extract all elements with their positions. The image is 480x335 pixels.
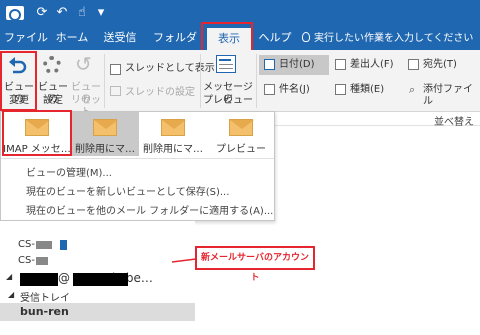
menu-divider — [1, 158, 274, 159]
tab-help[interactable]: ヘルプ — [255, 26, 295, 50]
thread-settings-icon — [110, 86, 121, 96]
type-icon — [335, 84, 346, 95]
subject-icon — [264, 84, 275, 95]
message-preview-label-2: プレビュー — [203, 95, 253, 106]
threads-checkbox[interactable] — [110, 64, 121, 75]
arrange-by-to[interactable]: 宛先(T) — [403, 55, 480, 75]
sync-icon[interactable]: ⟳ — [34, 5, 50, 21]
folder-item[interactable]: CS- — [0, 237, 195, 253]
folder-item-selected[interactable]: bun-ren — [0, 303, 195, 321]
view-option-label: 削除用にマ… — [75, 144, 135, 155]
view-option-label: プレビュー — [216, 144, 266, 155]
status-badge — [60, 240, 67, 250]
tab-folder[interactable]: フォルダー — [148, 26, 202, 68]
tab-home[interactable]: ホーム — [52, 26, 92, 50]
view-option-marked-delete-2[interactable]: 削除用にマ… — [139, 112, 207, 156]
inbox-item[interactable]: ◢ 受信トレイ — [0, 287, 195, 304]
arrange-subject-label: 件名(J) — [279, 84, 310, 95]
message-list-header: 並べ替え — [275, 112, 480, 128]
gear-icon — [43, 56, 61, 74]
from-icon — [335, 59, 346, 70]
manage-views-item[interactable]: ビューの管理(M)... — [26, 164, 112, 179]
tab-send-receive[interactable]: 送受信 — [96, 26, 144, 50]
view-settings-label-2: 設定 — [43, 95, 63, 106]
lightbulb-icon — [302, 32, 310, 42]
apply-view-item[interactable]: 現在のビューを他のメール フォルダーに適用する(A)... — [26, 202, 273, 217]
thread-settings-button[interactable]: スレッドの設定 — [125, 87, 195, 99]
redacted-block — [36, 257, 48, 265]
sort-label[interactable]: 並べ替え — [434, 113, 474, 128]
account-item[interactable]: ◢ @ .kobe… — [0, 270, 195, 288]
highlight-view-tab — [201, 22, 253, 52]
calendar-icon — [264, 59, 275, 70]
folder-label: CS- — [18, 239, 35, 250]
redacted-block — [73, 273, 128, 286]
envelope-icon — [93, 119, 118, 136]
tell-me-label: 実行したい作業を入力してください — [314, 33, 474, 44]
ribbon-separator — [104, 54, 105, 108]
highlight-change-view — [0, 51, 37, 111]
arrange-by-attachments[interactable]: ⌕ 添付ファイル — [403, 80, 480, 107]
envelope-icon — [229, 119, 254, 136]
callout-label: 新メールサーバのアカウント — [195, 246, 315, 283]
arrange-by-subject[interactable]: 件名(J) — [259, 80, 329, 100]
view-option-preview[interactable]: プレビュー — [207, 112, 275, 156]
view-option-marked-delete-1[interactable]: 削除用にマ… — [71, 112, 139, 156]
folder-item[interactable]: CS- — [0, 253, 195, 269]
undo-icon[interactable]: ↶ — [54, 5, 70, 21]
arrange-type-label: 種類(E) — [350, 84, 385, 95]
redacted-block — [36, 241, 52, 249]
reset-icon: ↺ — [75, 52, 92, 76]
envelope-icon — [161, 119, 186, 136]
tell-me-box[interactable]: 実行したい作業を入力してください — [302, 26, 480, 50]
dropdown-icon[interactable]: ▾ — [93, 5, 109, 21]
reset-view-button[interactable]: ↺ ビューの リセット — [69, 50, 103, 118]
callout-line — [171, 258, 197, 263]
arrange-date-label: 日付(D) — [279, 59, 315, 70]
tab-file[interactable]: ファイル — [4, 26, 48, 50]
inbox-label: 受信トレイ — [20, 293, 70, 304]
collapse-icon: ◢ — [8, 290, 15, 299]
highlight-imap-view — [2, 110, 72, 156]
ribbon-separator — [256, 54, 257, 108]
ribbon: ビューの 変更 ビューの 設定 ↺ ビューの リセット スレッドとして表示 スレ… — [0, 50, 480, 118]
arrange-by-date[interactable]: 日付(D) — [259, 55, 329, 75]
arrange-by-type[interactable]: 種類(E) — [330, 80, 402, 100]
paperclip-icon: ⌕ — [409, 83, 416, 96]
view-option-label: 削除用にマ… — [143, 144, 203, 155]
arrange-by-from[interactable]: 差出人(F) — [330, 55, 402, 75]
message-preview-button[interactable]: メッセージの プレビュー — [202, 50, 254, 112]
outlook-icon — [6, 6, 24, 21]
folder-pane: CS- CS- ◢ @ .kobe… ◢ 受信トレイ bun-ren — [0, 221, 195, 335]
arrange-to-label: 宛先(T) — [423, 59, 457, 70]
view-settings-button[interactable]: ビューの 設定 — [38, 50, 68, 112]
collapse-icon: ◢ — [6, 272, 13, 281]
folder-label: bun-ren — [20, 305, 69, 318]
redacted-block — [20, 273, 58, 286]
message-preview-icon — [216, 55, 236, 73]
arrange-attachments-label: 添付ファイル — [423, 84, 473, 107]
to-icon — [408, 59, 419, 70]
save-view-item[interactable]: 現在のビューを新しいビューとして保存(S)... — [26, 183, 229, 198]
arrange-from-label: 差出人(F) — [350, 59, 394, 70]
folder-label: CS- — [18, 255, 35, 266]
touch-icon[interactable]: ☝ — [74, 5, 90, 21]
